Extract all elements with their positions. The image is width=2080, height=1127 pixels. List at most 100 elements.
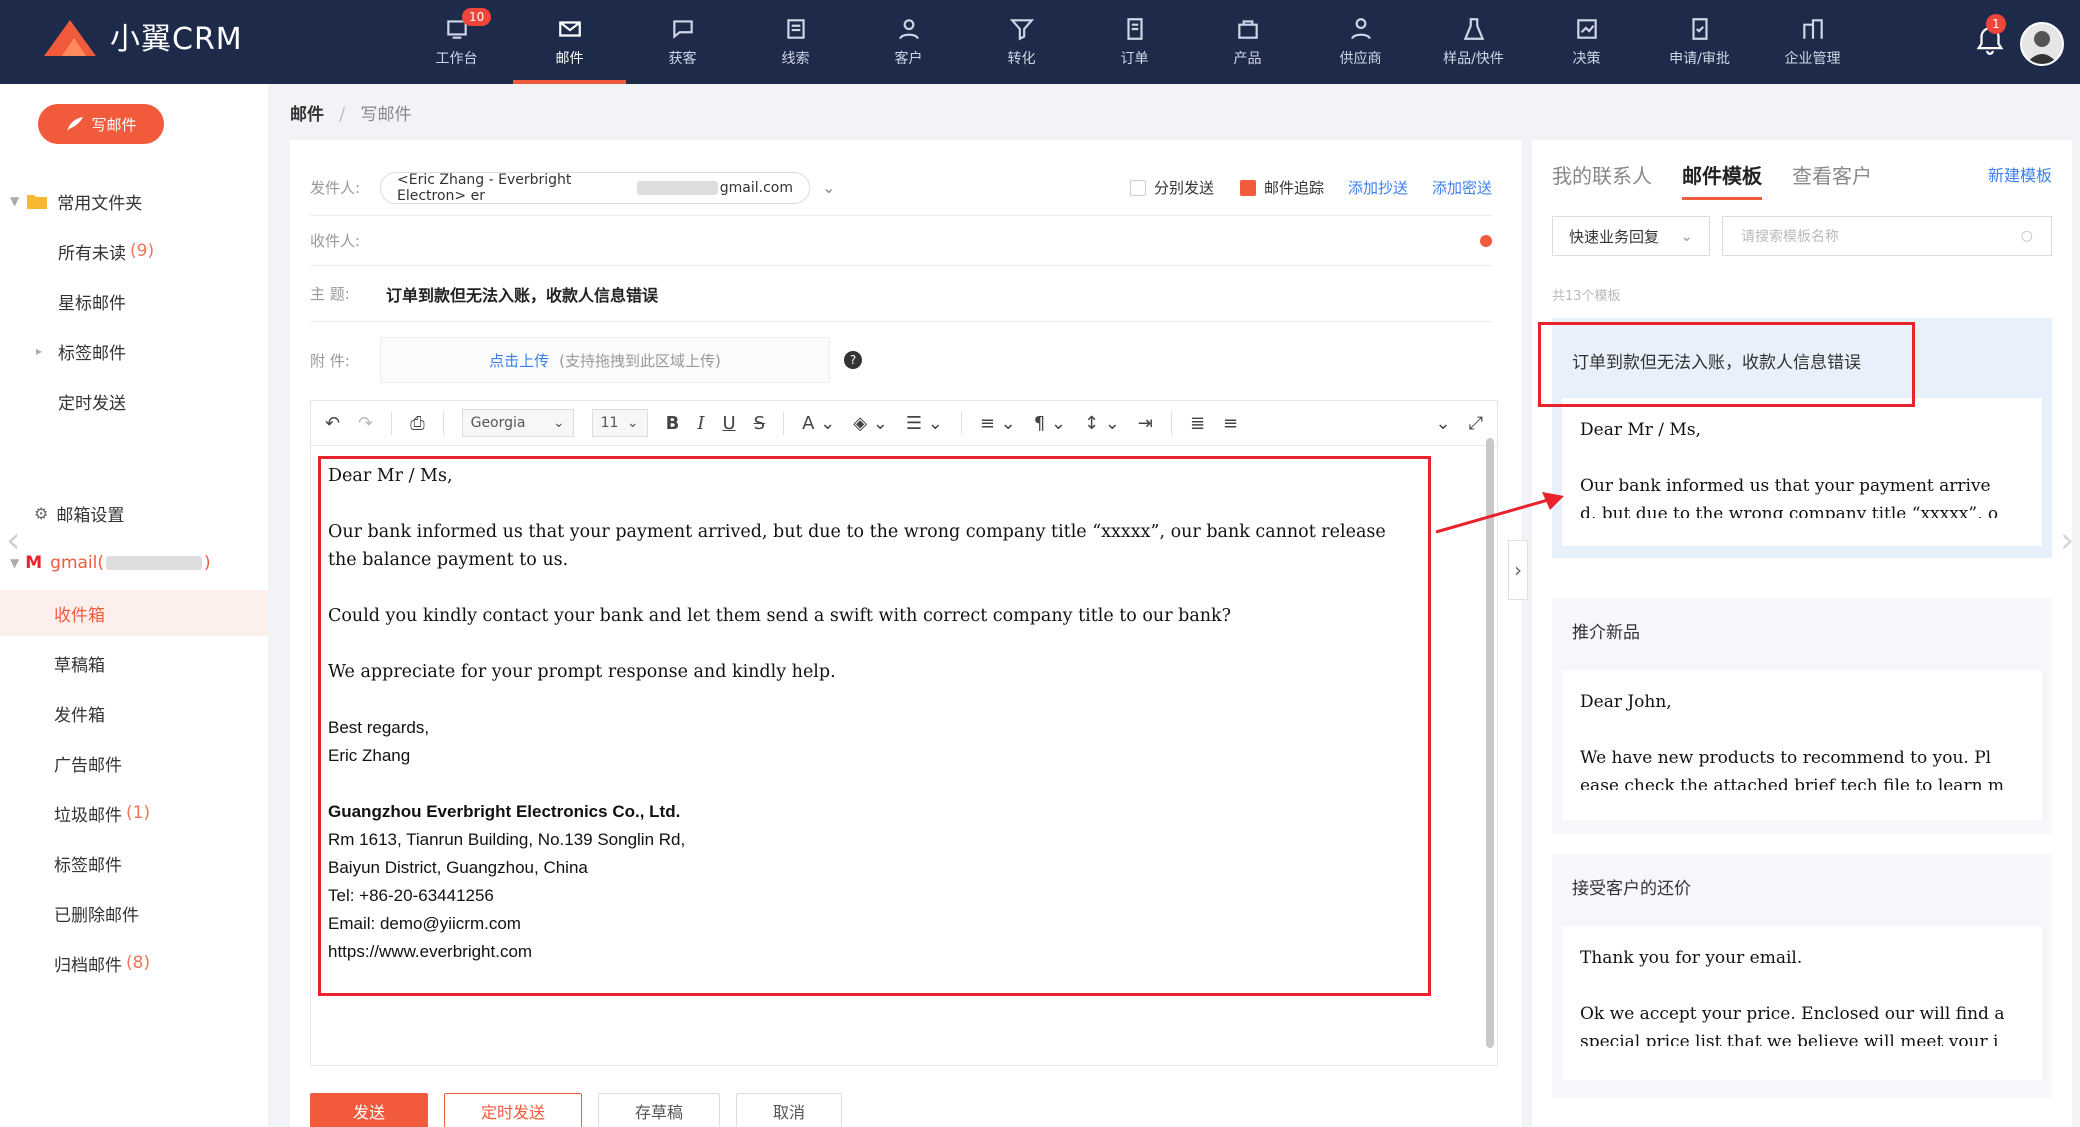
avatar[interactable] <box>2020 22 2064 66</box>
sidebar-item[interactable]: 标签邮件 <box>0 840 268 886</box>
sidebar-item-label: 归档邮件 <box>54 955 122 976</box>
nav-item[interactable]: 订单 <box>1078 0 1191 84</box>
common-folder-label: 常用文件夹 <box>57 193 143 214</box>
sidebar-item[interactable]: 发件箱 <box>0 690 268 736</box>
gmail-account[interactable]: ▼ M gmail( ) <box>0 540 268 586</box>
sidebar-item[interactable]: 星标邮件 <box>0 278 268 324</box>
undo-icon[interactable]: ↶ <box>325 413 340 434</box>
italic-icon[interactable]: I <box>697 413 704 434</box>
format-painter-icon[interactable]: ⎙ <box>410 413 424 434</box>
separate-send-checkbox[interactable] <box>1129 179 1146 196</box>
separate-send-option[interactable]: 分别发送 <box>1129 177 1214 198</box>
nav-item[interactable]: 申请/审批 <box>1643 0 1756 84</box>
sidebar-item[interactable]: 归档邮件 (8) <box>0 940 268 986</box>
sidebar-item[interactable]: 草稿箱 <box>0 640 268 686</box>
align-center-icon[interactable]: ≡ <box>1223 413 1238 434</box>
sidebar-item[interactable]: 垃圾邮件 (1) <box>0 790 268 836</box>
track-option[interactable]: 邮件追踪 <box>1239 177 1324 198</box>
preview-line: We have new products to recommend to you… <box>1580 748 1992 768</box>
add-cc-link[interactable]: 添加抄送 <box>1348 177 1408 198</box>
font-family-value: Georgia <box>470 415 526 431</box>
nav-item[interactable]: 转化 <box>965 0 1078 84</box>
nav-label: 邮件 <box>555 51 584 67</box>
mailbox-settings[interactable]: ⚙ 邮箱设置 <box>0 490 268 536</box>
underline-icon[interactable]: U <box>722 413 735 434</box>
new-template-link[interactable]: 新建模板 <box>1988 162 2052 186</box>
preview-line: Ok we accept your price. Enclosed our wi… <box>1580 1004 2005 1024</box>
font-family-select[interactable]: Georgia ⌄ <box>461 409 574 437</box>
template-category-select[interactable]: 快速业务回复 ⌄ <box>1552 216 1710 256</box>
fullscreen-icon[interactable]: ⤢ <box>1469 413 1483 434</box>
sidebar-item[interactable]: 收件箱 <box>0 590 268 636</box>
chevron-down-icon: ⌄ <box>552 415 565 431</box>
top-nav-bar: 小翼CRM 工作台 10 邮件 获客 线索 客户 转化 订单 产品 供应商 样品/快件 决策 申请/审批… <box>0 0 2080 84</box>
chevron-right-icon[interactable]: › <box>2060 520 2074 561</box>
caret-right-icon[interactable]: ▸ <box>36 344 42 358</box>
sidebar-item-label: 标签邮件 <box>54 855 122 876</box>
nav-item[interactable]: 邮件 <box>513 0 626 84</box>
font-size-select[interactable]: 11 ⌄ <box>591 409 648 437</box>
nav-item[interactable]: 工作台 10 <box>400 0 513 84</box>
chevron-down-icon[interactable]: ⌄ <box>822 178 835 197</box>
indent-icon[interactable]: ⇥ <box>1138 413 1153 434</box>
strikethrough-icon[interactable]: S <box>754 413 765 434</box>
schedule-send-button[interactable]: 定时发送 <box>444 1093 583 1127</box>
nav-item[interactable]: 客户 <box>852 0 965 84</box>
sidebar-item[interactable]: 已删除邮件 <box>0 890 268 936</box>
to-input[interactable] <box>380 220 1480 261</box>
track-checkbox[interactable] <box>1239 179 1256 196</box>
sidebar-item[interactable]: ▸ 标签邮件 <box>0 328 268 374</box>
body-paragraph: Could you kindly contact your bank and l… <box>328 606 1232 626</box>
body-greeting: Dear Mr / Ms, <box>328 466 453 486</box>
compose-button[interactable]: 写邮件 <box>38 104 164 144</box>
nav-label: 样品/快件 <box>1443 51 1504 67</box>
chevron-left-icon[interactable]: ‹ <box>6 520 30 580</box>
bold-icon[interactable]: B <box>666 413 680 434</box>
nav-item[interactable]: 获客 <box>626 0 739 84</box>
sidebar-item[interactable]: 所有未读 (9) <box>0 228 268 274</box>
cancel-button[interactable]: 取消 <box>736 1093 843 1127</box>
nav-item[interactable]: 样品/快件 <box>1417 0 1530 84</box>
customer-icon <box>898 19 919 40</box>
template-card[interactable]: 推介新品 Dear John, We have new products to … <box>1552 598 2052 834</box>
send-button[interactable]: 发送 <box>310 1093 429 1127</box>
subject-input[interactable]: 订单到款但无法入账，收款人信息错误 <box>386 282 658 306</box>
fill-color-icon[interactable]: ◈ ⌄ <box>853 413 888 434</box>
line-height-icon[interactable]: ↕ ⌄ <box>1084 413 1120 434</box>
common-folder-group[interactable]: ▼ 常用文件夹 <box>0 178 268 224</box>
template-search-input[interactable]: 请搜索模板名称 ○ <box>1722 216 2052 256</box>
app-logo[interactable]: 小翼CRM <box>40 14 243 58</box>
more-chevron-icon[interactable]: ⌄ <box>1436 413 1451 434</box>
align-icon[interactable]: ≡ ⌄ <box>980 413 1016 434</box>
paragraph-icon[interactable]: ¶ ⌄ <box>1034 413 1066 434</box>
sidebar-item[interactable]: 广告邮件 <box>0 740 268 786</box>
collapse-panel-button[interactable]: › <box>1508 540 1528 600</box>
sidebar-item[interactable]: 定时发送 <box>0 378 268 424</box>
upload-link[interactable]: 点击上传 <box>489 350 549 371</box>
sidebar-item-label: 星标邮件 <box>58 293 126 314</box>
add-bcc-link[interactable]: 添加密送 <box>1432 177 1492 198</box>
tab-contacts[interactable]: 我的联系人 <box>1552 160 1652 200</box>
nav-item[interactable]: 决策 <box>1530 0 1643 84</box>
upload-area[interactable]: 点击上传 (支持拖拽到此区域上传) <box>380 337 830 383</box>
sender-select[interactable]: <Eric Zhang - Everbright Electron> er gm… <box>380 171 810 204</box>
tab-customers[interactable]: 查看客户 <box>1792 160 1872 200</box>
font-color-icon[interactable]: A ⌄ <box>802 413 835 434</box>
list-icon[interactable]: ☰ ⌄ <box>906 413 943 434</box>
help-icon[interactable]: ? <box>844 351 862 369</box>
redo-icon[interactable]: ↷ <box>358 413 373 434</box>
save-draft-button[interactable]: 存草稿 <box>598 1093 721 1127</box>
email-body-text[interactable]: Dear Mr / Ms, Our bank informed us that … <box>328 462 1418 966</box>
template-card[interactable]: 接受客户的还价 Thank you for your email. Ok we … <box>1552 854 2052 1098</box>
folder-icon <box>27 195 48 209</box>
align-left-icon[interactable]: ≣ <box>1190 413 1205 434</box>
tab-templates[interactable]: 邮件模板 <box>1682 160 1762 200</box>
nav-item[interactable]: 线索 <box>739 0 852 84</box>
divider <box>442 411 444 435</box>
template-title: 接受客户的还价 <box>1572 879 1691 899</box>
breadcrumb-root[interactable]: 邮件 <box>290 105 324 125</box>
nav-item[interactable]: 企业管理 <box>1756 0 1869 84</box>
nav-item[interactable]: 产品 <box>1191 0 1304 84</box>
nav-item[interactable]: 供应商 <box>1304 0 1417 84</box>
nav-label: 企业管理 <box>1784 51 1841 67</box>
